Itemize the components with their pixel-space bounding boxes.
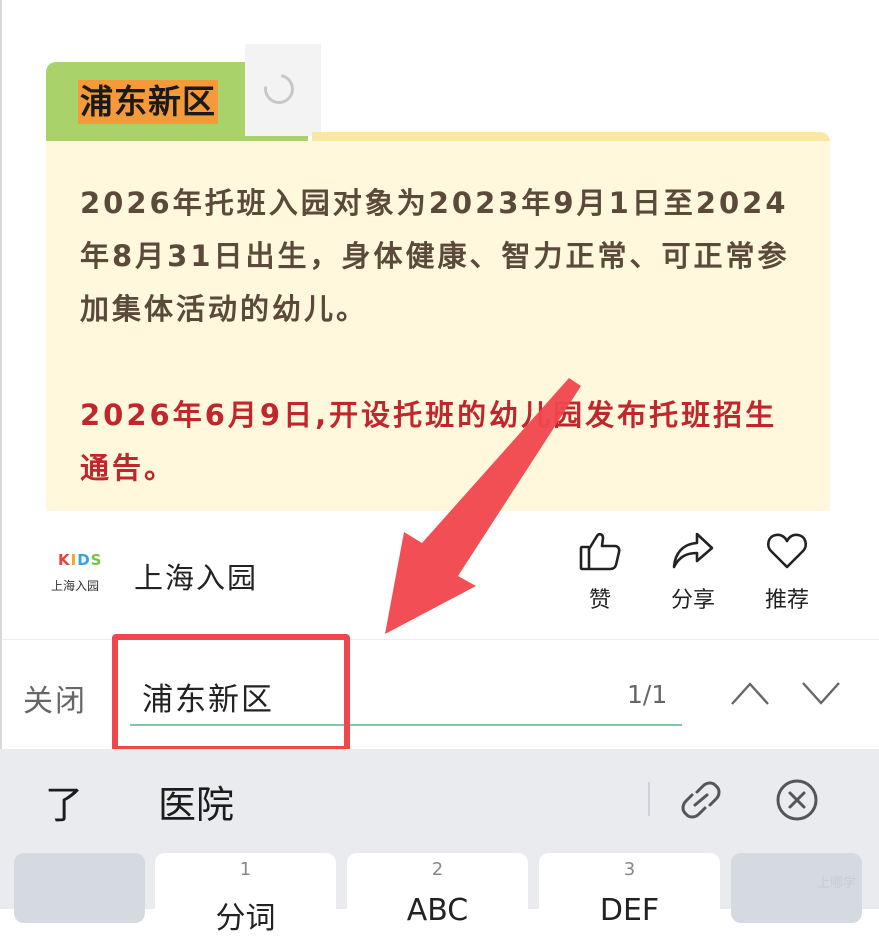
recommend-button[interactable]: 推荐 [752, 530, 822, 614]
like-button[interactable]: 赞 [565, 530, 635, 614]
chevron-up-icon[interactable] [729, 678, 771, 708]
recommend-label: 推荐 [764, 588, 809, 613]
key-label: DEF [599, 893, 660, 928]
watermark: 上哪学 [817, 876, 857, 891]
annotation-highlight-box [112, 634, 350, 752]
key-2[interactable]: 2 ABC [347, 853, 528, 928]
candidate-separator [648, 782, 650, 816]
key-1[interactable]: 1 分词 [155, 853, 336, 936]
symbol-key[interactable] [14, 853, 145, 923]
key-label: 分词 [215, 901, 276, 936]
article-notice: 2026年6月9日,开设托班的幼儿园发布托班招生通告。 [80, 398, 778, 485]
like-label: 赞 [588, 588, 611, 613]
share-icon [672, 532, 714, 569]
key-3[interactable]: 3 DEF [539, 853, 720, 928]
chevron-down-icon[interactable] [800, 678, 842, 708]
close-candidates-icon[interactable] [774, 778, 820, 822]
key-label: ABC [406, 893, 469, 928]
clipboard-link-icon[interactable] [678, 778, 724, 822]
author-name[interactable]: 上海入园 [134, 555, 258, 597]
author-logo[interactable]: KIDS [58, 551, 102, 569]
heart-icon [766, 533, 808, 569]
author-logo-text: 上海入园 [51, 579, 100, 593]
candidate-word[interactable]: 医院 [158, 774, 234, 829]
section-tab-title: 浦东新区 [78, 80, 218, 124]
share-label: 分享 [670, 588, 715, 613]
thumbs-up-icon [579, 532, 621, 571]
key-number: 1 [239, 859, 252, 880]
key-number: 3 [623, 859, 636, 880]
match-count: 1/1 [627, 680, 668, 709]
close-find-button[interactable]: 关闭 [23, 676, 87, 720]
share-button[interactable]: 分享 [658, 530, 728, 614]
article-paragraph: 2026年托班入园对象为2023年9月1日至2024年8月31日出生，身体健康、… [80, 186, 790, 326]
candidate-word[interactable]: 了 [45, 774, 83, 829]
key-number: 2 [431, 859, 444, 880]
